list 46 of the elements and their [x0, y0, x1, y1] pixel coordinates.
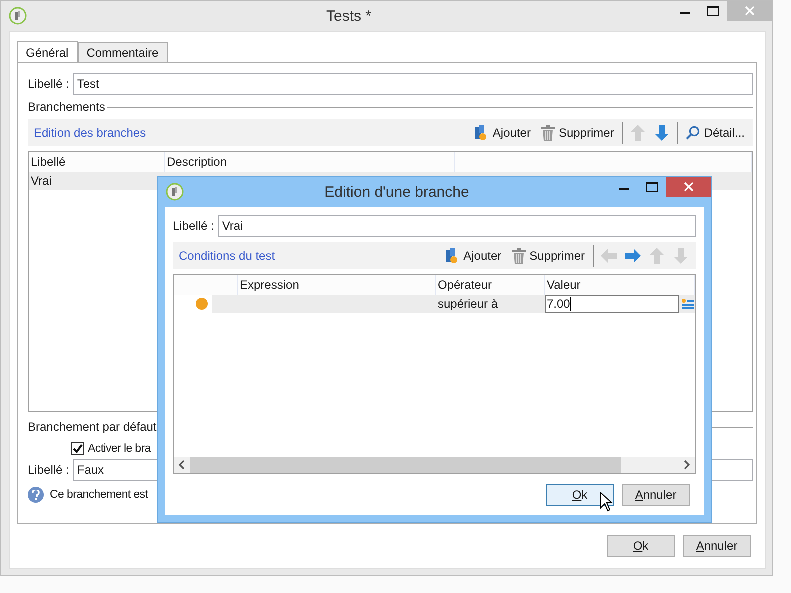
help-text: Ce branchement est	[50, 489, 148, 501]
trash-icon	[512, 248, 526, 264]
field-label: Libellé :	[173, 219, 214, 233]
tab[interactable]: Général	[17, 41, 78, 63]
table-cell: supérieur à	[438, 297, 498, 311]
close-button[interactable]	[666, 177, 711, 197]
cancel-button[interactable]: Annuler	[622, 484, 690, 506]
help-icon	[28, 487, 44, 503]
checkbox[interactable]	[71, 442, 84, 455]
checkbox-label: Activer le bra	[88, 442, 151, 454]
field-label: Libellé :	[28, 77, 70, 91]
list-icon[interactable]	[682, 299, 694, 309]
app-icon	[166, 183, 184, 201]
window-title: Tests *	[325, 8, 372, 24]
add-button[interactable]: Ajouter	[470, 124, 533, 142]
toolbar-title: Conditions du test	[179, 248, 276, 262]
mouse-cursor-icon	[600, 492, 613, 512]
cancel-button[interactable]: Annuler	[683, 535, 751, 557]
maximize-icon	[646, 182, 658, 192]
tab[interactable]: Commentaire	[78, 42, 168, 63]
scrollbar-thumb[interactable]	[190, 457, 621, 473]
ok-button[interactable]: Ok	[546, 484, 614, 506]
ok-button[interactable]: Ok	[607, 535, 675, 557]
section-title: Branchement par défaut	[28, 420, 157, 434]
arrow-down-icon[interactable]	[653, 124, 672, 142]
search-icon	[686, 126, 700, 140]
close-icon	[744, 6, 754, 16]
app-icon	[9, 7, 27, 25]
label-input[interactable]: Test	[73, 73, 753, 95]
close-icon	[684, 182, 694, 192]
delete-button[interactable]: Supprimer	[538, 124, 616, 140]
section-title: Branchements	[28, 100, 106, 114]
arrow-right-icon[interactable]	[624, 246, 642, 264]
delete-button[interactable]: Supprimer	[510, 248, 587, 264]
trash-icon	[540, 124, 555, 140]
dialog-title: Edition d'une branche	[324, 184, 470, 200]
table-cell: Vrai	[31, 174, 52, 188]
label-input[interactable]: Vrai	[218, 215, 696, 237]
value-input[interactable]: 7.00	[545, 295, 679, 313]
field-label: Libellé :	[28, 463, 70, 477]
add-document-icon	[472, 124, 489, 142]
add-button[interactable]: Ajouter	[442, 246, 504, 264]
toolbar-title: Edition des branches	[34, 126, 148, 140]
add-document-icon	[444, 246, 460, 264]
maximize-icon	[707, 6, 719, 16]
detail-button[interactable]: Détail...	[684, 126, 747, 140]
